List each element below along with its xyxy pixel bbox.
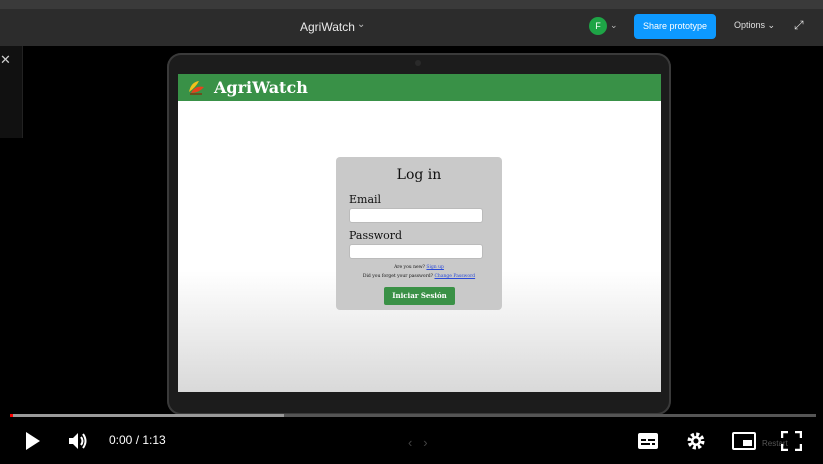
email-label: Email [349, 193, 382, 206]
tablet-camera [415, 60, 421, 66]
options-menu[interactable]: Options ⌄ [734, 20, 775, 31]
fullscreen-icon[interactable] [781, 431, 802, 451]
password-field[interactable] [349, 244, 483, 259]
app-header: AgriWatch [178, 74, 661, 101]
progress-buffered [10, 414, 284, 417]
password-label: Password [349, 229, 403, 242]
options-label: Options [734, 20, 766, 30]
login-title: Log in [396, 167, 442, 183]
expand-icon[interactable]: ⤢ [794, 18, 804, 33]
prototype-title[interactable]: AgriWatch [300, 20, 355, 34]
login-card: Log in Email Password Are you new? Sign … [336, 157, 502, 310]
share-prototype-button[interactable]: Share prototype [634, 14, 716, 39]
login-button[interactable]: Iniciar Sesión [384, 287, 455, 305]
forgot-row: Did you forget your password? Change Pas… [336, 274, 502, 279]
chevron-down-icon[interactable]: ⌄ [357, 19, 365, 30]
logo-icon [189, 81, 204, 95]
brand-name: AgriWatch [214, 78, 308, 97]
subtitles-icon[interactable] [637, 432, 659, 450]
change-password-link[interactable]: Change Password [434, 274, 475, 279]
signup-row: Are you new? Sign up [336, 265, 502, 270]
signup-prompt: Are you new? [394, 265, 425, 270]
close-icon[interactable]: ✕ [0, 52, 11, 68]
volume-icon[interactable] [68, 431, 90, 451]
user-avatar[interactable]: F [589, 17, 607, 35]
prototype-nav: ‹ › [408, 435, 428, 450]
next-icon[interactable]: › [423, 435, 427, 450]
miniplayer-icon[interactable] [732, 432, 756, 450]
time-display: 0:00 / 1:13 [109, 433, 166, 447]
browser-strip [0, 0, 823, 9]
app-screen: AgriWatch Log in Email Password Are you … [178, 74, 661, 392]
prev-icon[interactable]: ‹ [408, 435, 412, 450]
progress-played [10, 414, 13, 417]
forgot-prompt: Did you forget your password? [362, 274, 434, 279]
signup-link[interactable]: Sign up [426, 265, 444, 270]
play-icon[interactable] [24, 431, 42, 451]
chevron-down-icon[interactable]: ⌄ [610, 20, 618, 31]
settings-icon[interactable] [686, 431, 706, 451]
email-field[interactable] [349, 208, 483, 223]
